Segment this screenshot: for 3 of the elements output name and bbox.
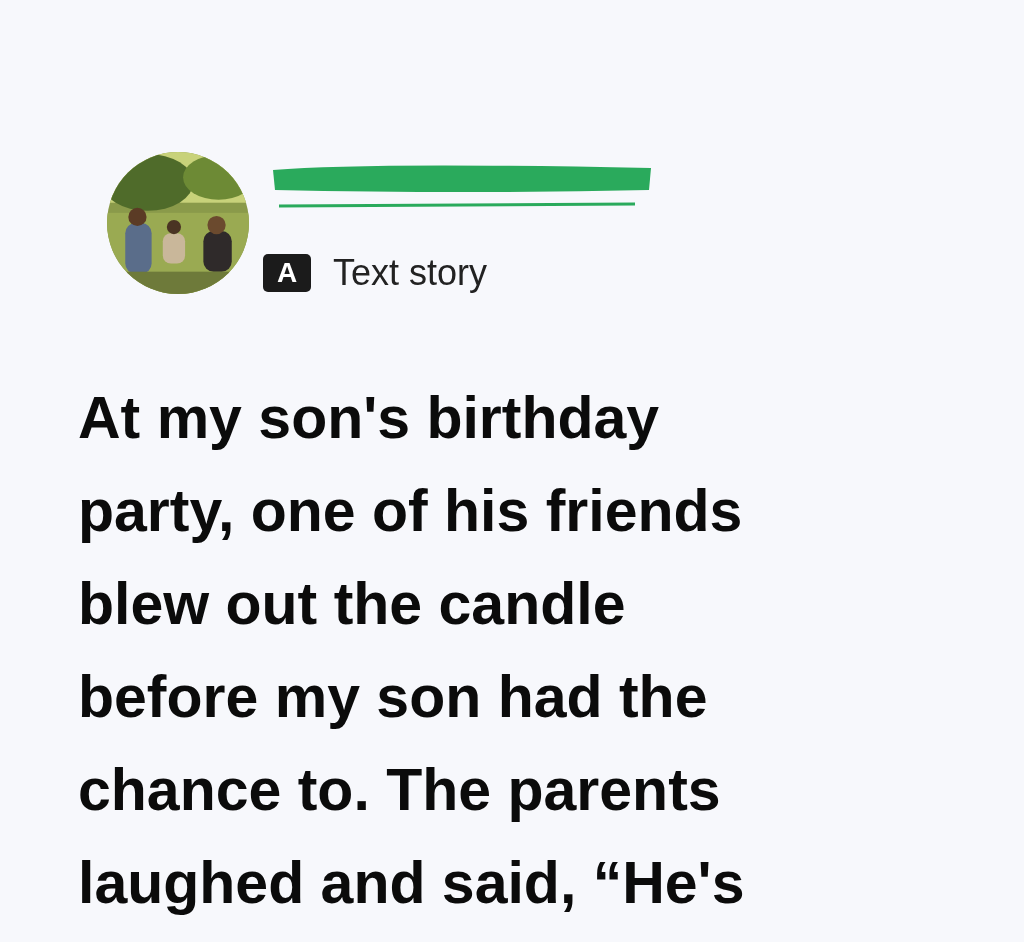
story-title: At my son's birthday party, one of his friends blew out the candle before my son had the chance to. The parents laughed and said, “He's <box>78 384 746 918</box>
post-type-label: Text story <box>333 252 488 294</box>
text-badge: A <box>263 254 311 292</box>
